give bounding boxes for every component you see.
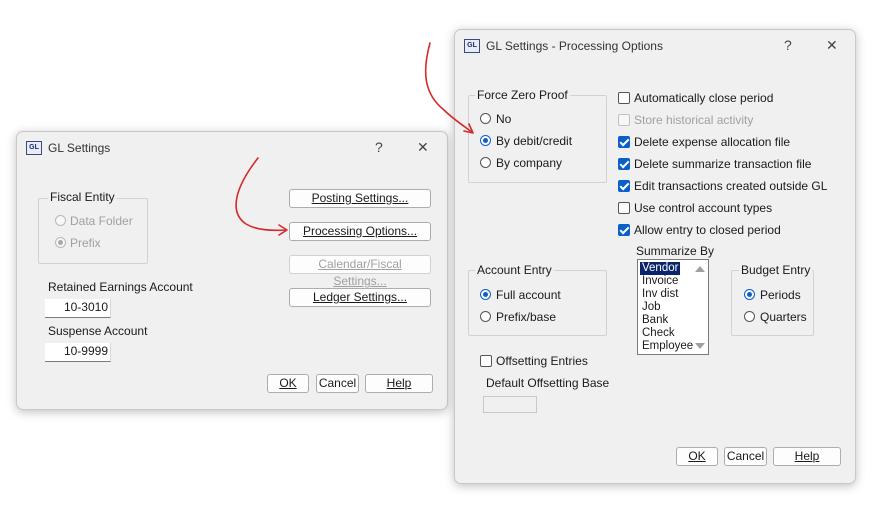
help-icon[interactable]: ?: [784, 37, 792, 53]
suspense-account-label: Suspense Account: [48, 324, 148, 338]
edit-outside-gl-label: Edit transactions created outside GL: [634, 179, 828, 193]
delete-expense-allocation-checkbox[interactable]: [618, 136, 630, 148]
force-zero-company-label: By company: [496, 156, 563, 170]
posting-settings-label: Posting Settings...: [311, 191, 409, 205]
control-account-types-label: Use control account types: [634, 201, 773, 215]
list-item[interactable]: Vendor: [640, 262, 681, 275]
account-entry-prefix-radio[interactable]: [480, 311, 491, 322]
scroll-up-icon[interactable]: [695, 266, 705, 272]
gl-help-button[interactable]: Help: [365, 374, 433, 393]
delete-expense-allocation-label: Delete expense allocation file: [634, 135, 791, 149]
force-zero-debit-credit-radio[interactable]: [480, 135, 491, 146]
allow-closed-period-checkbox[interactable]: [618, 224, 630, 236]
gl-app-icon: GL: [26, 141, 42, 155]
po-cancel-label: Cancel: [726, 449, 765, 463]
ledger-settings-label: Ledger Settings...: [312, 290, 408, 304]
processing-options-titlebar[interactable]: GL GL Settings - Processing Options ? ✕: [455, 30, 855, 62]
offsetting-entries-label: Offsetting Entries: [496, 354, 588, 368]
gl-cancel-button[interactable]: Cancel: [316, 374, 359, 393]
account-entry-full-label: Full account: [496, 288, 561, 302]
account-entry-full-radio[interactable]: [480, 289, 491, 300]
calendar-fiscal-settings-button[interactable]: Calendar/Fiscal Settings...: [289, 255, 431, 288]
gl-cancel-label: Cancel: [318, 376, 357, 390]
help-icon[interactable]: ?: [375, 139, 383, 155]
gl-help-label: Help: [386, 376, 412, 390]
suspense-account-field[interactable]: 10-9999: [45, 343, 111, 362]
summarize-by-listbox[interactable]: Vendor Invoice Inv dist Job Bank Check E…: [637, 259, 709, 355]
force-zero-company-radio[interactable]: [480, 157, 491, 168]
fiscal-entity-label: Fiscal Entity: [48, 190, 117, 204]
control-account-types-checkbox[interactable]: [618, 202, 630, 214]
gl-app-icon: GL: [464, 39, 480, 53]
account-entry-label: Account Entry: [475, 263, 554, 277]
list-item[interactable]: Employee: [640, 340, 695, 353]
list-item[interactable]: Job: [640, 301, 663, 314]
ledger-settings-button[interactable]: Ledger Settings...: [289, 288, 431, 307]
fiscal-entity-data-folder-label: Data Folder: [70, 214, 133, 228]
gl-settings-dialog: GL GL Settings ? ✕ Fiscal Entity Data Fo…: [16, 131, 448, 410]
po-help-button[interactable]: Help: [773, 447, 841, 466]
po-cancel-button[interactable]: Cancel: [724, 447, 767, 466]
processing-options-button[interactable]: Processing Options...: [289, 222, 431, 241]
close-icon[interactable]: ✕: [417, 139, 429, 156]
list-item[interactable]: Bank: [640, 314, 670, 327]
close-icon[interactable]: ✕: [826, 37, 838, 54]
offsetting-entries-checkbox[interactable]: [480, 355, 492, 367]
auto-close-period-checkbox[interactable]: [618, 92, 630, 104]
gl-settings-titlebar[interactable]: GL GL Settings ? ✕: [17, 132, 447, 164]
force-zero-no-radio[interactable]: [480, 113, 491, 124]
posting-settings-button[interactable]: Posting Settings...: [289, 189, 431, 208]
store-historical-activity-checkbox[interactable]: [618, 114, 630, 126]
budget-entry-quarters-label: Quarters: [760, 310, 807, 324]
budget-entry-group: [731, 270, 814, 336]
force-zero-debit-credit-label: By debit/credit: [496, 134, 573, 148]
processing-options-dialog: GL GL Settings - Processing Options ? ✕ …: [454, 29, 856, 484]
processing-options-label: Processing Options...: [302, 224, 418, 238]
default-offsetting-base-field[interactable]: [483, 396, 537, 413]
budget-entry-periods-label: Periods: [760, 288, 801, 302]
auto-close-period-label: Automatically close period: [634, 91, 774, 105]
default-offsetting-base-label: Default Offsetting Base: [486, 376, 610, 390]
account-entry-group: [468, 270, 607, 336]
retained-earnings-field[interactable]: 10-3010: [45, 299, 111, 318]
list-item[interactable]: Invoice: [640, 275, 680, 288]
account-entry-prefix-label: Prefix/base: [496, 310, 557, 324]
po-ok-button[interactable]: OK: [676, 447, 718, 466]
budget-entry-quarters-radio[interactable]: [744, 311, 755, 322]
budget-entry-periods-radio[interactable]: [744, 289, 755, 300]
fiscal-entity-prefix-label: Prefix: [70, 236, 101, 250]
fiscal-entity-data-folder-radio[interactable]: [55, 215, 66, 226]
edit-outside-gl-checkbox[interactable]: [618, 180, 630, 192]
force-zero-no-label: No: [496, 112, 512, 126]
list-item[interactable]: Inv dist: [640, 288, 680, 301]
delete-summarize-transaction-label: Delete summarize transaction file: [634, 157, 812, 171]
store-historical-activity-label: Store historical activity: [634, 113, 754, 127]
gl-ok-label: OK: [279, 376, 297, 390]
fiscal-entity-group: [38, 198, 148, 264]
processing-options-title: GL Settings - Processing Options: [486, 39, 663, 53]
gl-ok-button[interactable]: OK: [267, 374, 309, 393]
gl-settings-title: GL Settings: [48, 141, 111, 155]
calendar-fiscal-settings-label: Calendar/Fiscal Settings...: [318, 257, 402, 288]
fiscal-entity-prefix-radio[interactable]: [55, 237, 66, 248]
scroll-down-icon[interactable]: [695, 343, 705, 349]
list-item[interactable]: Check: [640, 327, 677, 340]
force-zero-proof-label: Force Zero Proof: [475, 88, 570, 102]
po-help-label: Help: [794, 449, 820, 463]
allow-closed-period-label: Allow entry to closed period: [634, 223, 781, 237]
budget-entry-label: Budget Entry: [739, 263, 813, 277]
po-ok-label: OK: [688, 449, 706, 463]
summarize-by-label: Summarize By: [636, 244, 715, 258]
delete-summarize-transaction-checkbox[interactable]: [618, 158, 630, 170]
retained-earnings-label: Retained Earnings Account: [48, 280, 193, 294]
